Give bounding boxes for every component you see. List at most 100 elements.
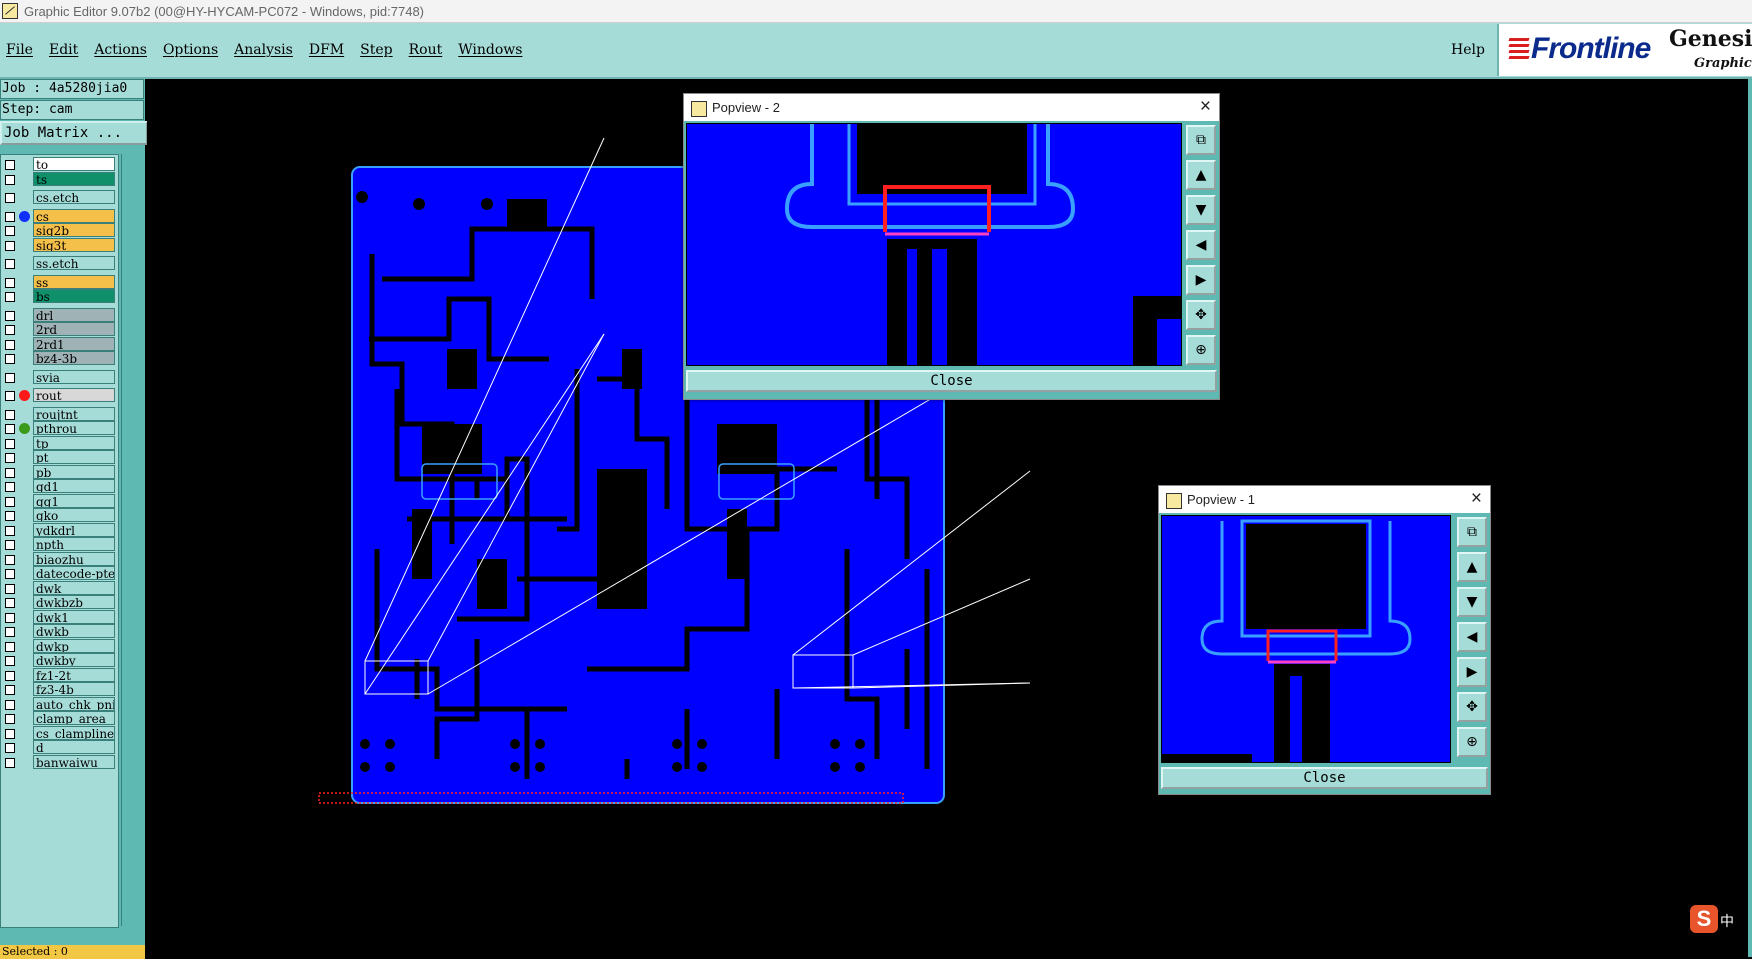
layer-row[interactable]: 2rd bbox=[1, 322, 118, 337]
layer-checkbox[interactable] bbox=[5, 325, 15, 335]
menu-step[interactable]: Step bbox=[360, 42, 392, 58]
popview-2-close-button[interactable]: Close bbox=[686, 370, 1217, 392]
layer-row[interactable]: npth bbox=[1, 537, 118, 552]
layer-name[interactable]: sig2b bbox=[33, 223, 115, 237]
menu-file[interactable]: File bbox=[6, 42, 33, 58]
layer-checkbox[interactable] bbox=[5, 554, 15, 565]
menu-edit[interactable]: Edit bbox=[49, 42, 78, 58]
layer-checkbox[interactable] bbox=[5, 699, 15, 710]
popview-zoom-in-icon[interactable]: ✥ bbox=[1457, 692, 1487, 722]
layer-checkbox[interactable] bbox=[5, 292, 15, 302]
layer-name[interactable]: dwk bbox=[33, 580, 115, 595]
layer-name[interactable]: d bbox=[33, 740, 115, 754]
layer-row[interactable]: gko bbox=[1, 508, 118, 523]
layer-name[interactable]: biaozhu bbox=[33, 551, 115, 566]
layer-name[interactable]: cs_clampline bbox=[33, 725, 115, 740]
layer-row[interactable]: sig3t bbox=[1, 237, 118, 253]
layer-name[interactable]: gg1 bbox=[33, 493, 115, 508]
popview-pan-right-icon[interactable]: ▶ bbox=[1457, 657, 1487, 687]
layer-name[interactable]: fz1-2t bbox=[33, 667, 115, 682]
layer-row[interactable]: d bbox=[1, 740, 118, 755]
layer-name[interactable]: pthrou bbox=[33, 421, 115, 435]
layer-checkbox[interactable] bbox=[5, 598, 15, 608]
popview-pan-up-icon[interactable]: ▲ bbox=[1457, 552, 1487, 582]
layer-row[interactable]: pthrou bbox=[1, 421, 118, 436]
layer-row[interactable]: svia bbox=[1, 369, 118, 385]
popview-zoom-in-icon[interactable]: ✥ bbox=[1186, 300, 1216, 330]
layer-row[interactable]: bz4-3b bbox=[1, 351, 118, 366]
layer-row[interactable]: rout bbox=[1, 388, 118, 403]
menu-options[interactable]: Options bbox=[163, 42, 218, 58]
layer-checkbox[interactable] bbox=[5, 372, 15, 383]
layer-row[interactable]: cs_clampline bbox=[1, 725, 118, 741]
layer-name[interactable]: pb bbox=[33, 464, 115, 479]
layer-checkbox[interactable] bbox=[5, 540, 15, 550]
popview-1-close-button[interactable]: Close bbox=[1161, 767, 1488, 789]
job-matrix-button[interactable]: Job Matrix ... bbox=[0, 121, 148, 145]
menu-analysis[interactable]: Analysis bbox=[234, 42, 293, 58]
layer-checkbox[interactable] bbox=[5, 656, 15, 666]
layer-row[interactable]: biaozhu bbox=[1, 551, 118, 567]
layer-row[interactable]: tp bbox=[1, 435, 118, 451]
layer-checkbox[interactable] bbox=[5, 240, 15, 251]
layer-checkbox[interactable] bbox=[5, 438, 15, 449]
layer-name[interactable]: dwkbzb bbox=[33, 595, 115, 609]
menu-actions[interactable]: Actions bbox=[94, 42, 147, 58]
layer-row[interactable]: gg1 bbox=[1, 493, 118, 509]
layer-name[interactable]: dwkp bbox=[33, 638, 115, 653]
layer-name[interactable]: cs bbox=[33, 208, 115, 223]
layer-row[interactable]: dwk bbox=[1, 580, 118, 596]
layer-checkbox[interactable] bbox=[5, 482, 15, 492]
layer-name[interactable]: npth bbox=[33, 537, 115, 551]
layer-row[interactable]: cs.etch bbox=[1, 190, 118, 205]
layer-name[interactable]: pt bbox=[33, 450, 115, 464]
layer-checkbox[interactable] bbox=[5, 743, 15, 753]
layer-name[interactable]: svia bbox=[33, 369, 115, 384]
layer-name[interactable]: drl bbox=[33, 307, 115, 322]
layer-name[interactable]: banwaiwu bbox=[33, 754, 115, 769]
layer-row[interactable]: drl bbox=[1, 307, 118, 323]
layer-row[interactable]: ydkdrl bbox=[1, 522, 118, 538]
layer-row[interactable]: ss bbox=[1, 274, 118, 290]
layer-name[interactable]: bz4-3b bbox=[33, 351, 115, 365]
layer-checkbox[interactable] bbox=[5, 496, 15, 507]
layer-name[interactable]: clamp_area bbox=[33, 711, 115, 725]
layer-row[interactable]: pb bbox=[1, 464, 118, 480]
layer-checkbox[interactable] bbox=[5, 757, 15, 768]
layer-checkbox[interactable] bbox=[5, 354, 15, 364]
popview-2-close-icon[interactable]: × bbox=[1200, 96, 1211, 118]
popview-1-view[interactable] bbox=[1161, 515, 1451, 763]
layer-row[interactable]: gd1 bbox=[1, 479, 118, 494]
layer-name[interactable]: gd1 bbox=[33, 479, 115, 493]
layer-list-scrollbar[interactable] bbox=[121, 154, 144, 926]
popview-fit-icon[interactable]: ⧉ bbox=[1457, 517, 1487, 547]
layer-checkbox[interactable] bbox=[5, 226, 15, 236]
layer-checkbox[interactable] bbox=[5, 641, 15, 652]
menu-help[interactable]: Help bbox=[1451, 42, 1485, 58]
ime-indicator[interactable]: S 中 bbox=[1690, 905, 1734, 935]
layer-row[interactable]: dwkp bbox=[1, 638, 118, 654]
popview-pan-down-icon[interactable]: ▼ bbox=[1457, 587, 1487, 617]
popview-zoom-out-icon[interactable]: ⊕ bbox=[1186, 335, 1216, 365]
layer-row[interactable]: dwkbzb bbox=[1, 595, 118, 610]
layer-checkbox[interactable] bbox=[5, 391, 15, 401]
popview-pan-up-icon[interactable]: ▲ bbox=[1186, 160, 1216, 190]
layer-row[interactable]: auto_chk_pni bbox=[1, 696, 118, 712]
layer-row[interactable]: clamp_area bbox=[1, 711, 118, 726]
menu-dfm[interactable]: DFM bbox=[309, 42, 344, 58]
layer-row[interactable]: dwk1 bbox=[1, 609, 118, 625]
menu-rout[interactable]: Rout bbox=[409, 42, 443, 58]
layer-name[interactable]: to bbox=[33, 157, 115, 171]
layer-row[interactable]: ts bbox=[1, 171, 118, 187]
layer-checkbox[interactable] bbox=[5, 277, 15, 288]
layer-checkbox[interactable] bbox=[5, 670, 15, 681]
popview-pan-left-icon[interactable]: ◀ bbox=[1457, 622, 1487, 652]
layer-name[interactable]: dwk1 bbox=[33, 609, 115, 624]
layer-checkbox[interactable] bbox=[5, 714, 15, 724]
layer-name[interactable]: ts bbox=[33, 171, 115, 186]
layer-checkbox[interactable] bbox=[5, 453, 15, 463]
layer-checkbox[interactable] bbox=[5, 259, 15, 269]
layer-row[interactable]: fz3-4b bbox=[1, 682, 118, 697]
layer-checkbox[interactable] bbox=[5, 525, 15, 536]
layer-checkbox[interactable] bbox=[5, 160, 15, 170]
